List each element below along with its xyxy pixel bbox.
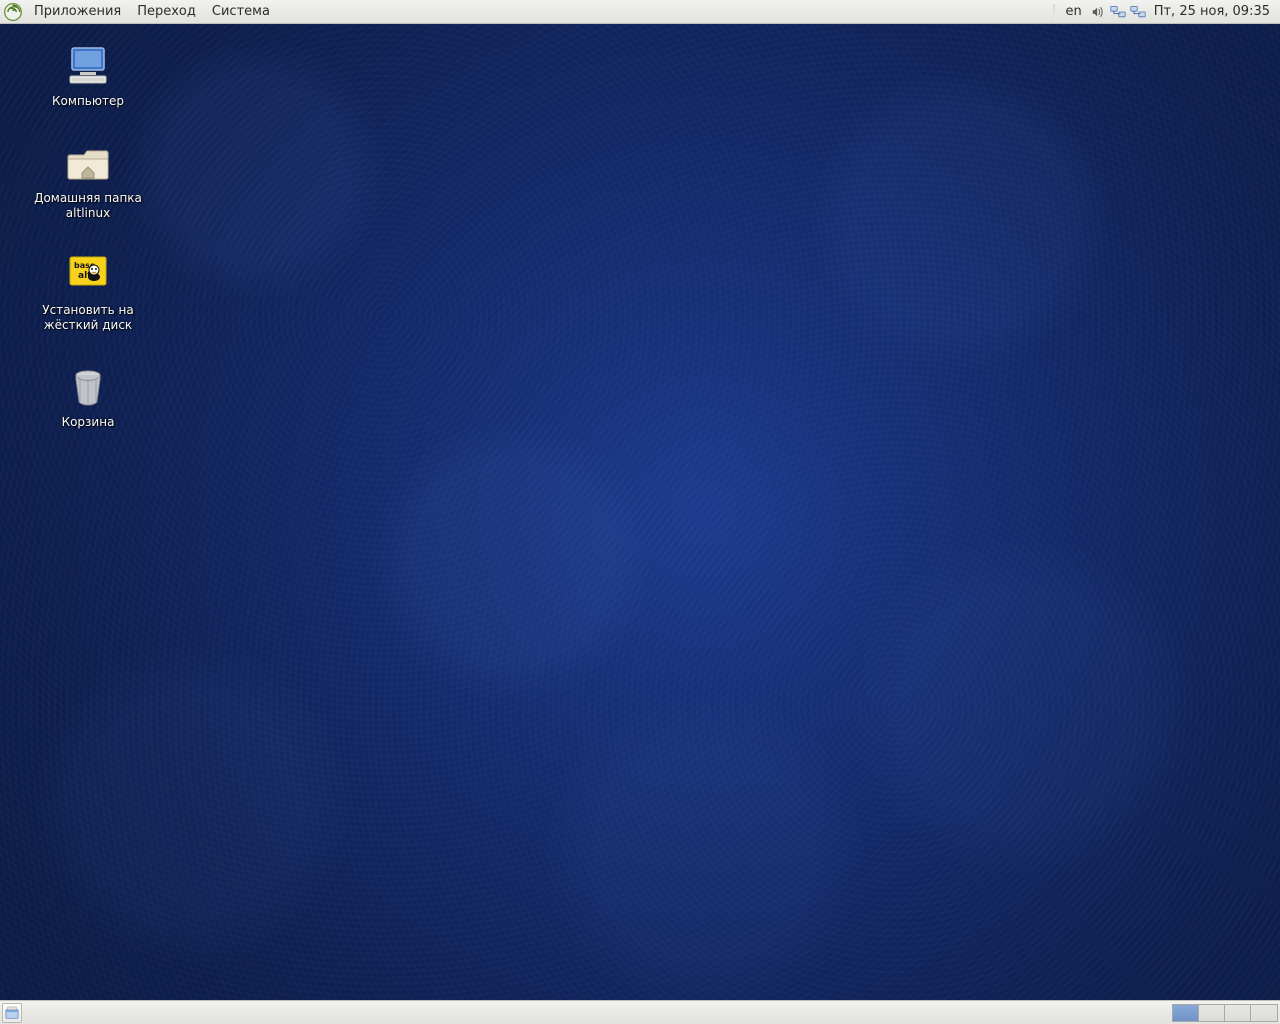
distro-swirl-icon — [3, 2, 23, 22]
top-panel: Приложения Переход Система en Пт, 25 ноя… — [0, 0, 1280, 24]
workspace-3[interactable] — [1225, 1005, 1251, 1021]
workspace-2[interactable] — [1199, 1005, 1225, 1021]
desktop-icons: Компьютер Домашняя папка altlinux base a… — [18, 42, 178, 430]
network-icon-2[interactable] — [1130, 4, 1146, 20]
home-folder-icon — [64, 139, 112, 187]
workspace-4[interactable] — [1251, 1005, 1277, 1021]
desktop-icon-home[interactable]: Домашняя папка altlinux — [18, 139, 158, 221]
show-desktop-icon — [5, 1006, 19, 1020]
workspace-1[interactable] — [1173, 1005, 1199, 1021]
computer-icon — [64, 42, 112, 90]
menu-places[interactable]: Переход — [129, 1, 204, 22]
desktop-icon-label: Компьютер — [52, 94, 124, 109]
bottom-panel — [0, 1000, 1280, 1024]
menu-system[interactable]: Система — [204, 1, 278, 22]
desktop-icon-trash[interactable]: Корзина — [18, 363, 158, 430]
basealt-installer-icon: base alt — [64, 251, 112, 299]
desktop-icon-label: Домашняя папка altlinux — [34, 191, 142, 221]
network-icon[interactable] — [1110, 4, 1126, 20]
desktop-icon-label: Корзина — [62, 415, 115, 430]
trash-icon — [64, 363, 112, 411]
main-menu-button[interactable] — [2, 1, 24, 23]
keyboard-layout-indicator[interactable]: en — [1059, 4, 1087, 19]
svg-text:base: base — [74, 261, 96, 270]
desktop-icon-installer[interactable]: base alt Установить на жёсткий диск — [18, 251, 158, 333]
clock[interactable]: Пт, 25 ноя, 09:35 — [1148, 4, 1278, 19]
show-desktop-button[interactable] — [2, 1003, 22, 1023]
menu-applications[interactable]: Приложения — [26, 1, 129, 22]
desktop-icon-computer[interactable]: Компьютер — [18, 42, 158, 109]
volume-icon[interactable] — [1090, 4, 1106, 20]
svg-text:alt: alt — [78, 271, 92, 281]
tray-separator — [1053, 4, 1055, 20]
desktop-icon-label: Установить на жёсткий диск — [42, 303, 133, 333]
workspace-switcher[interactable] — [1172, 1004, 1278, 1022]
desktop-wallpaper[interactable]: Компьютер Домашняя папка altlinux base a… — [0, 24, 1280, 1000]
